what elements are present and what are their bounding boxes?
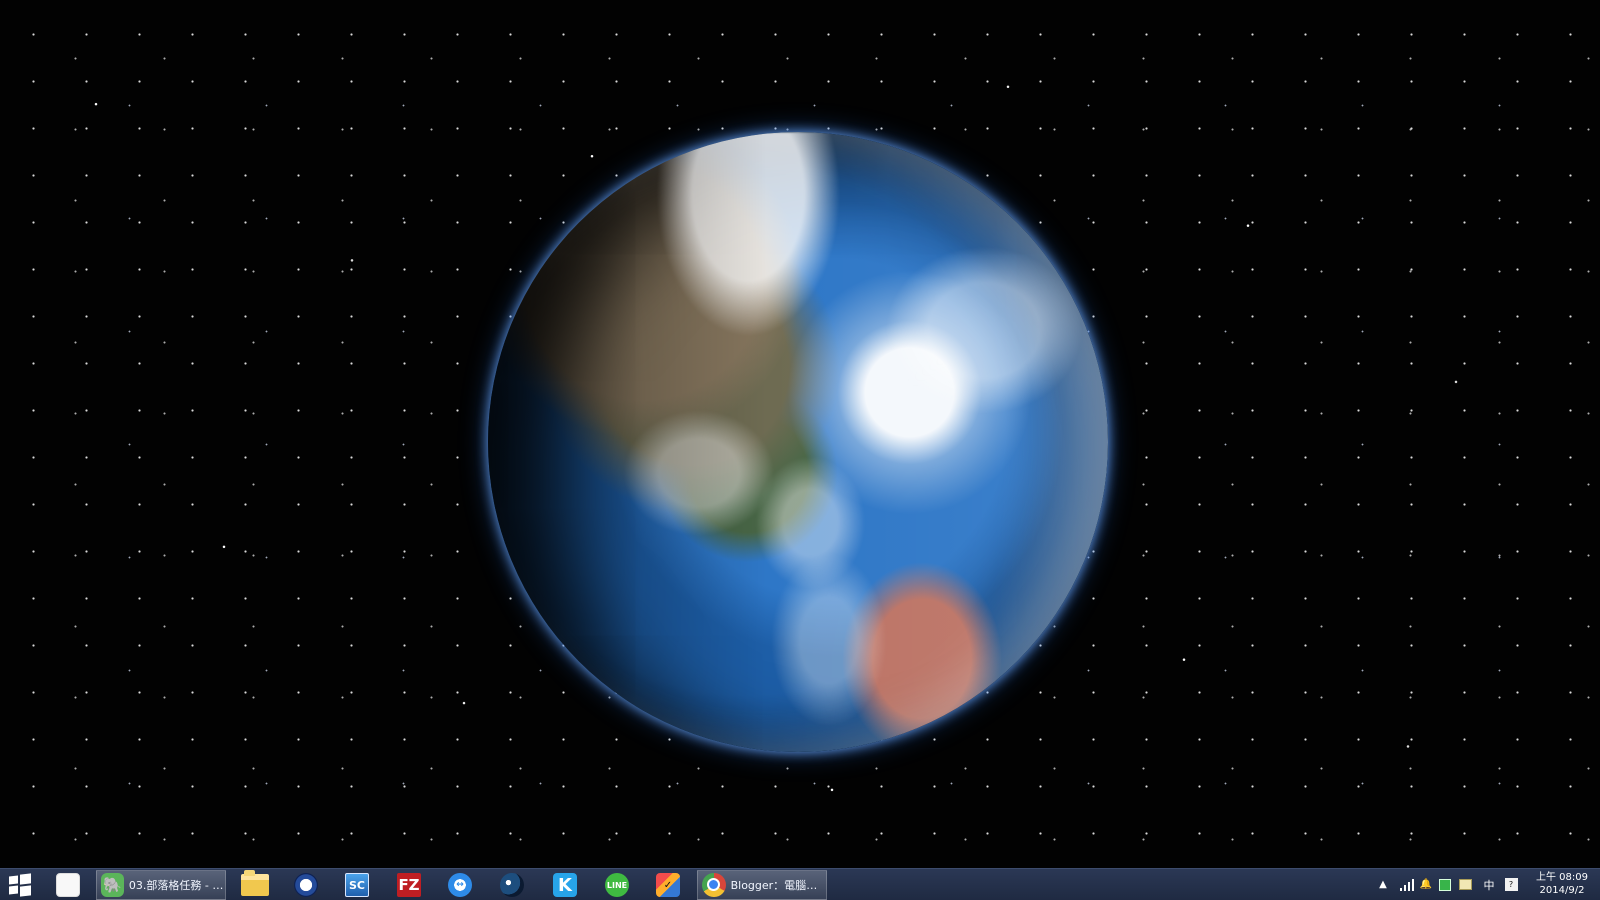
notification-status[interactable]: 🔔 <box>1418 869 1434 900</box>
help-box-icon: ? <box>1504 878 1518 891</box>
colorful-tool-button[interactable]: ✓ <box>648 870 688 900</box>
evernote-window-label: 03.部落格任務 - e... <box>128 879 225 892</box>
filezilla-icon: FZ <box>397 873 421 897</box>
chrome-taskbar-button[interactable]: Blogger：電腦玩... <box>697 870 827 900</box>
sc-monitor-icon: SC <box>345 873 369 897</box>
clock-date: 2014/9/2 <box>1539 885 1585 896</box>
file-explorer-button[interactable] <box>234 870 276 900</box>
system-clock[interactable]: 上午 08:09 2014/9/2 <box>1532 871 1592 899</box>
apps-grid-icon <box>56 873 80 897</box>
line-button[interactable]: LINE <box>597 870 637 900</box>
k-app-button[interactable]: K <box>545 870 585 900</box>
teamviewer-icon: ↔ <box>448 873 472 897</box>
evernote-icon: 🐘 <box>101 873 124 897</box>
signal-strength-icon <box>1399 878 1414 891</box>
colorful-tool-icon: ✓ <box>656 873 680 897</box>
desktop-wallpaper <box>0 0 1600 868</box>
network-status[interactable] <box>1397 869 1415 900</box>
line-icon: LINE <box>605 873 629 897</box>
note-icon <box>1458 879 1472 890</box>
start-button[interactable] <box>0 870 40 900</box>
filezilla-button[interactable]: FZ <box>390 870 428 900</box>
k-app-icon: K <box>553 873 577 897</box>
input-language-text: 中 <box>1483 878 1495 892</box>
windows-start-icon <box>8 873 32 897</box>
clock-time: 上午 08:09 <box>1536 872 1588 883</box>
bell-icon: 🔔 <box>1419 879 1433 890</box>
steam-button[interactable] <box>492 870 532 900</box>
apps-button[interactable] <box>48 870 88 900</box>
folder-icon <box>241 870 269 896</box>
sc-app-button[interactable]: SC <box>336 870 378 900</box>
show-hidden-icons-button[interactable]: ▲ <box>1376 869 1390 900</box>
evernote-taskbar-button[interactable]: 🐘 03.部落格任務 - e... <box>96 870 226 900</box>
chevron-up-icon: ▲ <box>1379 879 1387 890</box>
input-language-indicator[interactable]: 中 <box>1480 869 1498 900</box>
green-app-icon <box>1439 878 1451 891</box>
teamviewer-button[interactable]: ↔ <box>440 870 480 900</box>
earth-globe-image <box>488 132 1108 752</box>
steam-icon <box>500 873 524 897</box>
tray-box-button[interactable]: ? <box>1502 869 1520 900</box>
lock-icon <box>294 873 318 897</box>
note-tray-app[interactable] <box>1456 869 1474 900</box>
green-tray-app[interactable] <box>1437 869 1453 900</box>
taskbar: 🐘 03.部落格任務 - e... SC FZ ↔ K LINE ✓ Blogg… <box>0 868 1600 900</box>
chrome-window-label: Blogger：電腦玩... <box>730 879 826 892</box>
chrome-icon <box>702 873 726 897</box>
lock-app-button[interactable] <box>288 870 324 900</box>
